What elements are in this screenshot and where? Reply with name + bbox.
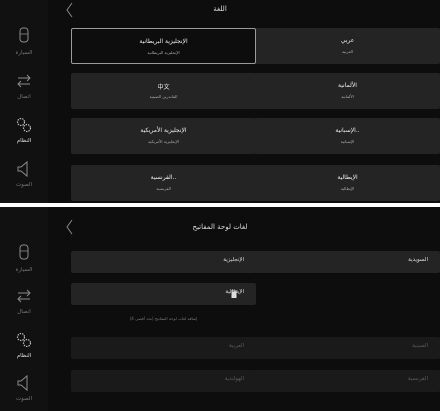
sidebar: السيارة اتصال النظام الصوت — [0, 207, 48, 411]
sidebar-item-sound[interactable]: الصوت — [0, 372, 48, 402]
connect-arrows-icon — [17, 74, 31, 88]
language-tile[interactable]: الإسبانية.. الإسبانية — [255, 118, 440, 154]
language-name: 中文 — [157, 84, 170, 91]
available-language-row[interactable]: الفرنسية — [255, 370, 440, 392]
language-name: الألمانية — [338, 82, 357, 89]
car-icon — [19, 27, 29, 43]
keyboard-language-label: الهولندية — [224, 376, 244, 382]
language-subtitle: الإنجليزية الأمريكية — [148, 139, 179, 144]
sidebar-item-system[interactable]: النظام — [0, 329, 48, 359]
sidebar-item-label: النظام — [16, 353, 32, 359]
available-language-row[interactable]: العربية — [71, 337, 256, 359]
sidebar: السيارة اتصال النظام الصوت — [0, 0, 48, 203]
trash-icon[interactable] — [229, 289, 239, 299]
keyboard-language-label: العربية — [228, 343, 244, 349]
language-name: الإنجليزية البريطانية — [139, 38, 188, 45]
keyboard-language-row[interactable]: الإيطالية — [71, 283, 256, 305]
keyboard-language-label: الفرنسية — [407, 376, 428, 382]
language-tile[interactable]: عربي العربية — [255, 28, 440, 64]
language-name: عربي — [340, 37, 355, 44]
keyboard-language-row[interactable]: السويدية — [255, 251, 440, 273]
language-screen: السيارة اتصال النظام الصوت اللغة عربي ال… — [0, 0, 440, 203]
sidebar-item-label: السيارة — [15, 267, 33, 273]
language-tile[interactable]: الألمانية الألمانية — [255, 73, 440, 109]
sidebar-item-label: السيارة — [15, 50, 33, 56]
keyboard-languages-screen: السيارة اتصال النظام الصوت لغات لوحة الم… — [0, 207, 440, 411]
sidebar-item-connect[interactable]: اتصال — [0, 285, 48, 315]
chevron-left-icon[interactable] — [62, 0, 78, 20]
keyboard-language-label: الصينية — [412, 343, 428, 349]
page-title: لغات لوحة المفاتيح — [192, 223, 248, 231]
keyboard-language-row[interactable]: الإنجليزية — [71, 251, 256, 273]
sidebar-item-label: اتصال — [17, 309, 31, 315]
gear-icon — [16, 332, 32, 348]
language-subtitle: الإيطالية — [340, 186, 355, 191]
language-tile-selected[interactable]: الإنجليزية البريطانية الإنجليزية البريطا… — [71, 28, 256, 64]
language-tile[interactable]: الإيطالية الإيطالية — [255, 165, 440, 201]
page-title: اللغة — [213, 5, 227, 13]
language-tile[interactable]: الإنجليزية الأمريكية الإنجليزية الأمريكي… — [71, 118, 256, 154]
sidebar-item-system[interactable]: النظام — [0, 114, 48, 144]
keyboard-language-label: السويدية — [408, 257, 428, 263]
sidebar-item-label: النظام — [16, 138, 32, 144]
available-language-row[interactable]: الصينية — [255, 337, 440, 359]
language-subtitle: الإسبانية — [340, 139, 355, 144]
language-subtitle: الماندرين الصينية — [149, 94, 178, 99]
language-name: الإيطالية — [337, 174, 358, 181]
language-subtitle: العربية — [342, 49, 353, 54]
language-tile[interactable]: الفرنسية.. الفرنسية — [71, 165, 256, 201]
chevron-left-icon[interactable] — [62, 217, 78, 237]
car-icon — [19, 244, 29, 260]
language-name: الإنجليزية الأمريكية — [140, 127, 187, 134]
keyboard-language-label: الإنجليزية — [223, 257, 244, 263]
sidebar-item-connect[interactable]: اتصال — [0, 70, 48, 100]
available-language-row[interactable]: الهولندية — [71, 370, 256, 392]
sidebar-item-car[interactable]: السيارة — [0, 26, 48, 56]
sidebar-item-label: الصوت — [16, 396, 32, 402]
language-tile[interactable]: 中文 الماندرين الصينية — [71, 73, 256, 109]
connect-arrows-icon — [17, 289, 31, 303]
language-subtitle: الفرنسية — [156, 186, 171, 191]
gear-icon — [16, 117, 32, 133]
language-name: الإسبانية.. — [335, 127, 360, 134]
sidebar-item-sound[interactable]: الصوت — [0, 158, 48, 188]
sidebar-item-label: اتصال — [17, 94, 31, 100]
sidebar-item-car[interactable]: السيارة — [0, 243, 48, 273]
language-name: الفرنسية.. — [150, 174, 177, 181]
language-subtitle: الإنجليزية البريطانية — [147, 50, 180, 55]
language-subtitle: الألمانية — [341, 94, 354, 99]
sidebar-item-label: الصوت — [16, 182, 32, 188]
speaker-icon — [17, 374, 28, 392]
keyboard-limit-hint: إضافة لغات لوحة المفاتيح (بحد أقصى 4) — [129, 316, 198, 321]
speaker-icon — [17, 160, 28, 178]
